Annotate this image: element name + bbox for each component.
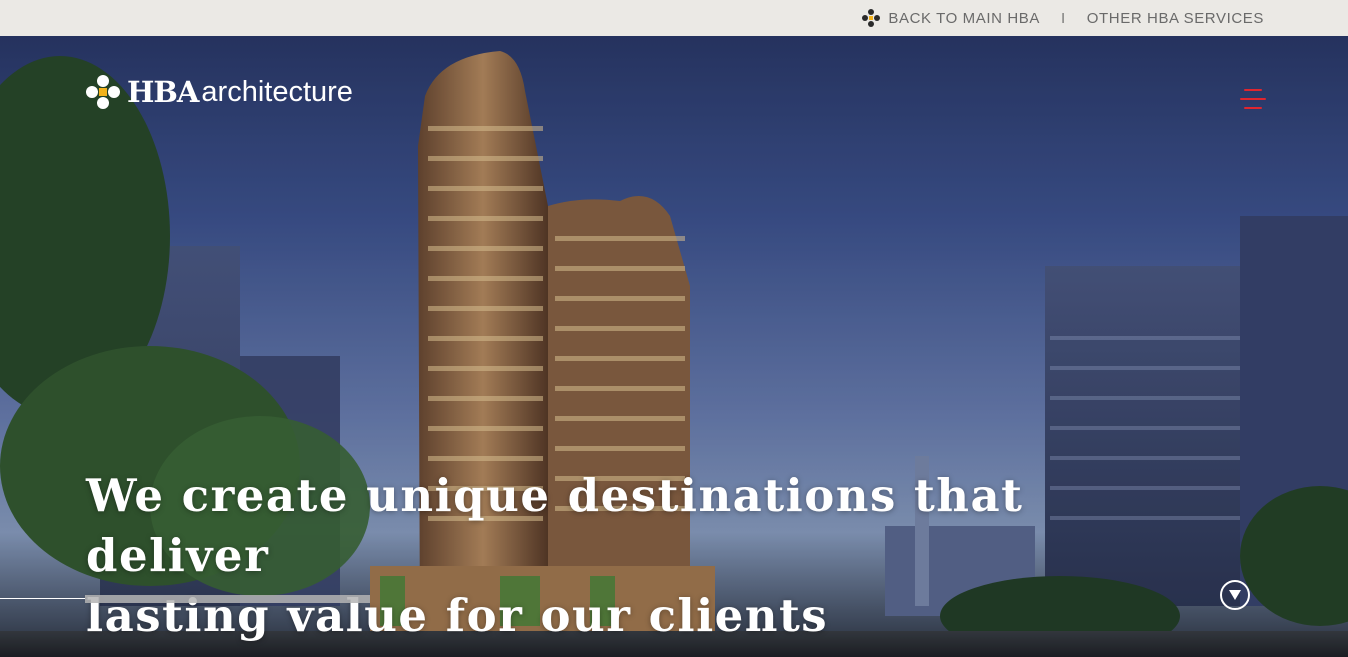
back-to-main-hba-link[interactable]: BACK TO MAIN HBA bbox=[861, 8, 1040, 28]
slider-progress-line bbox=[0, 598, 85, 599]
hero-headline: We create unique destinations that deliv… bbox=[86, 466, 1106, 646]
logo-suffix-text: architecture bbox=[201, 75, 353, 108]
arrow-down-circle-icon[interactable] bbox=[1220, 580, 1250, 610]
menu-line-bottom bbox=[1244, 107, 1262, 109]
menu-line-middle bbox=[1240, 98, 1266, 100]
other-hba-services-link[interactable]: OTHER HBA SERVICES bbox=[1087, 10, 1264, 27]
topbar-separator: I bbox=[1060, 9, 1066, 27]
hba-architecture-logo[interactable]: HBA architecture bbox=[85, 74, 353, 110]
hamburger-menu-icon[interactable] bbox=[1240, 86, 1268, 114]
top-utility-bar: BACK TO MAIN HBA I OTHER HBA SERVICES bbox=[0, 0, 1348, 36]
arrow-down-icon bbox=[1229, 590, 1241, 600]
hero-headline-line1: We create unique destinations that deliv… bbox=[86, 469, 1024, 582]
hba-flower-mark-icon bbox=[86, 75, 120, 109]
slider-progress-track bbox=[85, 595, 370, 603]
logo-brand-text: HBA bbox=[127, 74, 199, 109]
menu-line-top bbox=[1244, 89, 1262, 91]
hba-mark-icon bbox=[862, 9, 881, 27]
back-to-main-hba-label: BACK TO MAIN HBA bbox=[888, 9, 1040, 27]
hero-banner: HBA architecture We create unique destin… bbox=[0, 36, 1348, 657]
